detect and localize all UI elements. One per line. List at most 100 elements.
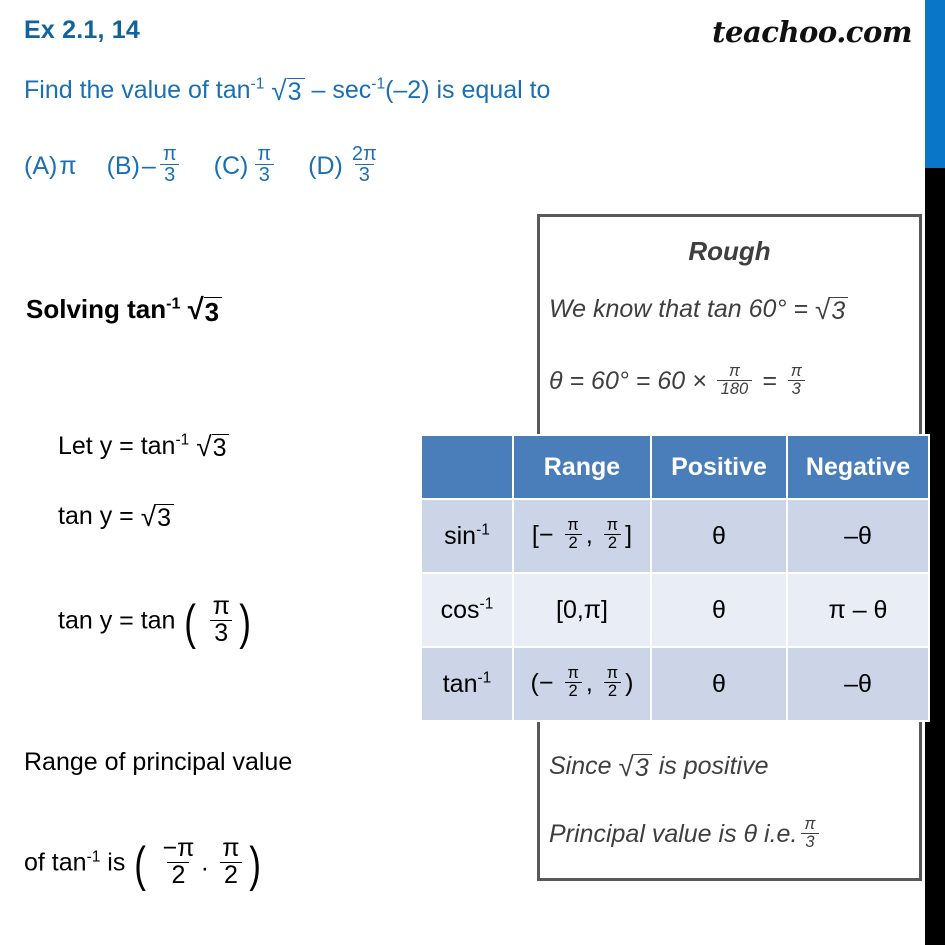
tany-prefix: tan y = [58,502,141,530]
pi-over-three-fraction: π 3 [800,816,819,851]
numerator: π [804,815,816,833]
row-function-cell: tan-1 [422,648,512,720]
denominator: 180 [716,379,753,398]
row-positive-cell: θ [652,574,786,646]
option-d-fraction: 2π 3 [348,144,381,186]
tan-y-equals-tan-equation: tan y = tan ( π 3 ) [58,592,251,650]
denominator: 2 [167,861,190,889]
range-close: ] [625,520,633,549]
range-separator: . [201,848,209,877]
range-fraction-left: π 2 [563,663,582,700]
table-header-positive: Positive [652,436,786,498]
range-fraction-left: π 2 [563,515,582,552]
solving-exponent: -1 [166,294,181,313]
function-exponent: -1 [479,595,494,613]
radicand: 3 [286,77,305,105]
row-function-cell: cos-1 [422,574,512,646]
radical-sign: √ [187,294,204,327]
sqrt-three: √ 3 [618,752,652,781]
range-exponent: -1 [86,848,101,866]
range-of-arctan-expression: of tan-1 is ( −π 2 . π 2 ) [24,834,261,892]
sqrt-three: √ 3 [196,432,230,461]
function-exponent: -1 [476,521,490,539]
option-c-label: (C) [213,152,249,181]
rough-l3-suffix: is positive [651,752,769,780]
neg-pi-over-two-fraction: −π 2 [159,834,199,889]
radicand: 3 [203,297,223,325]
radical-sign: √ [140,500,157,532]
table-row: tan-1 (− π 2 , π 2 ) θ –θ [422,648,928,720]
question-prefix: Find the value of tan [24,76,251,104]
let-prefix: Let y = tan [58,432,176,460]
sqrt-three: √ 3 [271,74,305,106]
rough-l2-equals: = [755,366,784,395]
option-b-denominator: 3 [160,164,180,186]
radical-sign: √ [814,293,831,325]
range-fraction-right: π 2 [603,515,622,552]
radical-sign: √ [271,74,287,106]
function-name: sin [444,521,477,550]
row-negative-cell: –θ [788,648,928,720]
denominator: 2 [603,533,621,552]
numerator: π [212,592,230,620]
numerator: π [567,515,579,534]
row-positive-cell: θ [652,500,786,572]
row-negative-cell: π – θ [788,574,928,646]
teachoo-logo: teachoo.com [712,15,912,49]
option-d[interactable]: (D) 2π 3 [308,144,384,188]
rough-line-theta-conversion: θ = 60° = 60 × π 180 = π 3 [549,362,809,400]
option-b-fraction: π 3 [159,144,181,186]
row-range-cell: [− π 2 , π 2 ] [514,500,650,572]
table-header-blank [422,436,512,498]
row-negative-cell: –θ [788,500,928,572]
range-fraction-right: π 2 [603,663,622,700]
option-d-numerator: 2π [351,143,377,165]
row-positive-cell: θ [652,648,786,720]
option-c-numerator: π [257,143,272,165]
row-range-cell: [0,π] [514,574,650,646]
right-edge-blue-strip [925,0,945,168]
option-c[interactable]: (C) π 3 [213,144,279,188]
option-a-label: (A) [24,152,58,181]
function-name: tan [442,669,478,698]
question-tail: (–2) is equal to [385,76,551,104]
denominator: 2 [603,681,622,700]
range-comma: , [585,520,593,549]
solving-heading: Solving tan-1 √ 3 [26,294,223,327]
question-statement: Find the value of tan-1 √ 3 – sec-1(–2) i… [24,76,550,105]
question-mid: – sec [304,76,372,104]
rough-line-since-positive: Since √ 3 is positive [549,752,768,781]
option-d-label: (D) [308,152,343,181]
denominator: 2 [219,861,242,889]
table-row: cos-1 [0,π] θ π – θ [422,574,928,646]
range-heading: Range of principal value [24,748,293,776]
radicand: 3 [830,296,849,324]
option-b[interactable]: (B) – π 3 [107,144,184,188]
numerator: π [790,362,802,380]
option-b-numerator: π [162,143,177,165]
inverse-trig-range-table: Range Positive Negative sin-1 [− π 2 , π… [420,434,930,722]
pi-over-180-fraction: π 180 [716,363,753,398]
option-c-fraction: π 3 [253,144,275,186]
range-close: ) [625,668,634,697]
option-d-denominator: 3 [354,164,374,186]
rough-line-tan60: We know that tan 60° = √ 3 [549,293,849,325]
sqrt-three: √ 3 [187,294,223,327]
sqrt-three: √ 3 [814,293,849,325]
numerator: π [567,663,579,682]
tan-y-equation: tan y = √ 3 [58,502,174,531]
rough-box-title: Rough [688,236,771,266]
answer-options: (A) π (B) – π 3 (C) π 3 (D) 2π 3 [24,144,384,188]
option-a[interactable]: (A) π [24,152,77,181]
numerator: π [606,663,619,682]
sqrt-three: √ 3 [140,500,174,532]
solving-prefix: Solving tan [26,294,167,324]
row-function-cell: sin-1 [422,500,512,572]
numerator: −π [162,834,195,862]
radicand: 3 [211,433,230,461]
let-y-equation: Let y = tan-1 √ 3 [58,432,230,461]
range-open: [− [531,520,554,549]
table-header-range: Range [514,436,650,498]
rough-l1-prefix: We know that tan 60° = [549,295,815,323]
numerator: π [606,515,619,534]
